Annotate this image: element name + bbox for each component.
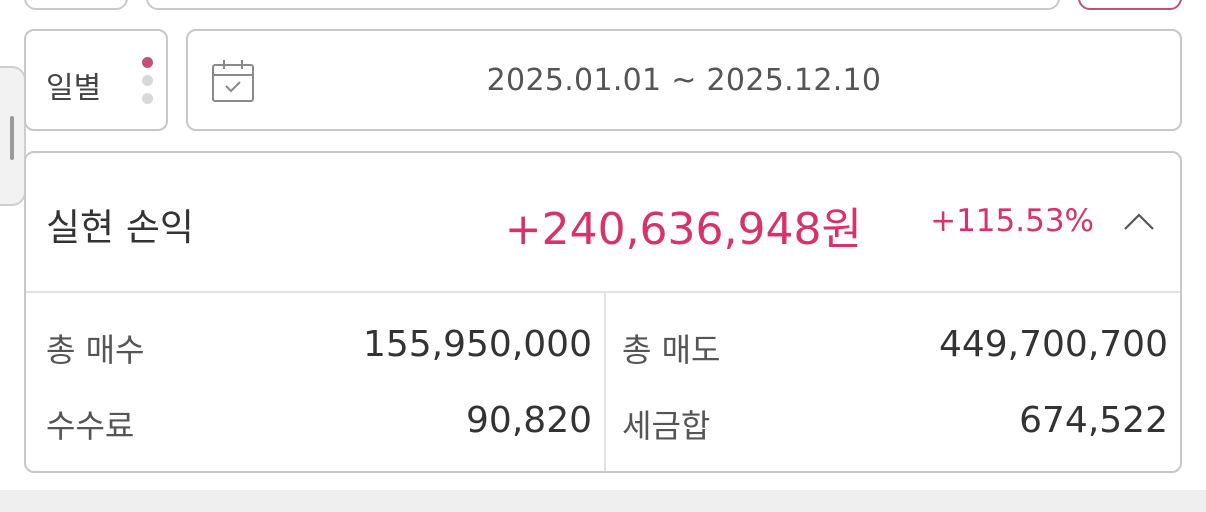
realized-pnl-card: 실현 손익 +240,636,948원 +115.53% 총 매수 155,95… <box>24 151 1182 473</box>
tax-label: 세금합 <box>622 407 711 445</box>
period-indicator <box>142 57 154 111</box>
top-control-right[interactable] <box>1078 0 1182 10</box>
indicator-dot <box>142 75 153 86</box>
total-sell-label: 총 매도 <box>622 331 721 369</box>
side-drawer-handle[interactable] <box>0 66 26 206</box>
total-sell-value: 449,700,700 <box>938 324 1168 365</box>
drag-grip-icon <box>10 116 14 160</box>
date-range-text: 2025.01.01 ~ 2025.12.10 <box>486 63 882 98</box>
realized-pnl-title: 실현 손익 <box>46 206 194 249</box>
date-range-picker[interactable]: 2025.01.01 ~ 2025.12.10 <box>186 29 1182 131</box>
top-control-middle[interactable] <box>146 0 1060 10</box>
period-label: 일별 <box>46 71 102 106</box>
chevron-up-icon[interactable] <box>1122 205 1156 239</box>
footer-band <box>0 490 1206 512</box>
period-selector[interactable]: 일별 <box>24 29 168 131</box>
column-divider <box>604 293 606 471</box>
total-buy-value: 155,950,000 <box>362 324 592 365</box>
total-buy-label: 총 매수 <box>46 331 145 369</box>
realized-pnl-amount: +240,636,948원 <box>504 204 862 255</box>
indicator-dot <box>142 93 153 104</box>
tax-value: 674,522 <box>1019 400 1168 441</box>
realized-pnl-rate: +115.53% <box>930 203 1094 239</box>
fee-value: 90,820 <box>466 400 592 441</box>
top-control-left[interactable] <box>24 0 128 10</box>
indicator-dot-active <box>142 57 153 68</box>
fee-label: 수수료 <box>46 407 135 445</box>
realized-pnl-header[interactable]: 실현 손익 +240,636,948원 +115.53% <box>26 153 1180 293</box>
